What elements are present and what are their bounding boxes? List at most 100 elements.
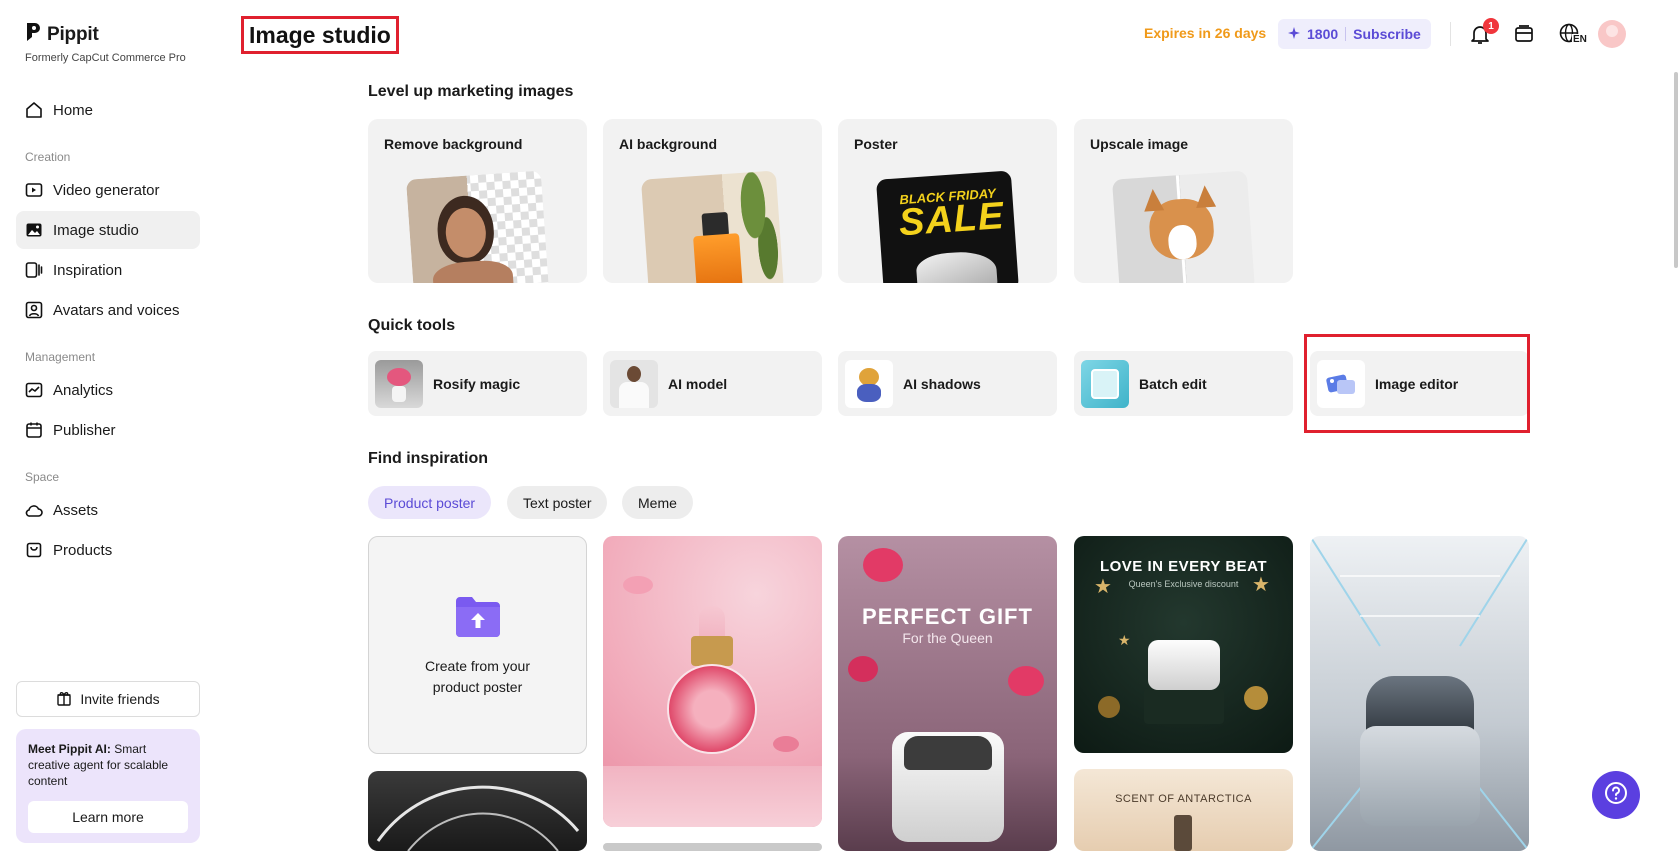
vase: [392, 385, 406, 402]
roses: [387, 367, 411, 386]
ornament: [1098, 696, 1120, 718]
image-icon: [25, 221, 43, 239]
help-icon: [1603, 780, 1629, 811]
chip-text-poster[interactable]: Text poster: [507, 486, 608, 519]
earbuds-case-lid: [904, 736, 992, 770]
create-card-text: Create from your product poster: [424, 657, 531, 695]
model-head: [627, 365, 641, 382]
create-from-product-poster-card[interactable]: Create from your product poster: [368, 536, 587, 754]
invite-friends-label: Invite friends: [80, 691, 160, 707]
plant-leaves: [738, 170, 785, 283]
sidebar-item-label: Avatars and voices: [53, 301, 180, 319]
remove-background-card[interactable]: Remove background: [368, 119, 587, 283]
tool-label: AI model: [668, 375, 728, 392]
scrollbar[interactable]: [1674, 72, 1678, 268]
promo-text: Meet Pippit AI: Smart creative agent for…: [28, 741, 188, 789]
ai-background-image: [640, 170, 785, 283]
notification-bell-icon[interactable]: 1: [1467, 18, 1499, 47]
sidebar-item-video-generator[interactable]: Video generator: [16, 171, 200, 209]
gift-icon: [56, 690, 72, 709]
sidebar-item-label: Publisher: [53, 421, 116, 439]
shoulders-shape: [431, 258, 515, 283]
chip-product-poster[interactable]: Product poster: [368, 486, 492, 519]
language-globe-icon[interactable]: EN: [1555, 21, 1588, 47]
sidebar-item-inspiration[interactable]: Inspiration: [16, 251, 200, 289]
sidebar-item-label: Analytics: [53, 381, 114, 399]
quick-tools-title: Quick tools: [368, 317, 456, 334]
perfume-cap-gold: [691, 636, 733, 666]
folder-upload-icon: [454, 593, 502, 644]
subscribe-link[interactable]: Subscribe: [1353, 26, 1421, 42]
sidebar-item-home[interactable]: Home: [16, 91, 200, 129]
tool-label: Rosify magic: [433, 375, 521, 392]
dog-ear-right: [1194, 184, 1217, 209]
sidebar-section-creation: Creation: [25, 150, 71, 164]
video-plus-icon: [25, 181, 43, 199]
inspiration-card-earbuds-futuristic[interactable]: [1310, 536, 1529, 851]
ai-model-tool[interactable]: AI model: [603, 351, 822, 416]
rosify-magic-tool[interactable]: Rosify magic: [368, 351, 587, 416]
gift-card-title: PERFECT GIFT: [862, 604, 1033, 629]
help-button[interactable]: [1592, 771, 1640, 819]
rose-petal: [1008, 666, 1044, 696]
poster-image: BLACK FRIDAY SALE: [875, 170, 1020, 283]
upscale-image-card[interactable]: Upscale image: [1074, 119, 1293, 283]
ai-background-card[interactable]: AI background: [603, 119, 822, 283]
calendar-icon: [25, 421, 43, 439]
inspiration-card-perfect-gift[interactable]: PERFECT GIFT For the Queen: [838, 536, 1057, 851]
divider: [1345, 27, 1347, 41]
chip-meme[interactable]: Meme: [622, 486, 693, 519]
ai-shadows-tool[interactable]: AI shadows: [838, 351, 1057, 416]
wallet-icon[interactable]: [1511, 21, 1537, 47]
earbuds-case-body: [1360, 726, 1480, 826]
sidebar-item-analytics[interactable]: Analytics: [16, 371, 200, 409]
sidebar-item-assets[interactable]: Assets: [16, 491, 200, 529]
sidebar-item-label: Video generator: [53, 181, 160, 199]
invite-friends-button[interactable]: Invite friends: [16, 681, 200, 717]
tool-label: AI shadows: [903, 375, 981, 392]
sidebar-item-products[interactable]: Products: [16, 531, 200, 569]
sidebar: Pippit Formerly CapCut Commerce Pro Home…: [0, 0, 215, 851]
bag-icon: [25, 541, 43, 559]
card-label: Poster: [854, 136, 898, 152]
stacked-photos: [1091, 368, 1119, 399]
analytics-icon: [25, 381, 43, 399]
learn-more-button[interactable]: Learn more: [28, 801, 188, 833]
batch-edit-tool[interactable]: Batch edit: [1074, 351, 1293, 416]
brand-subtitle: Formerly CapCut Commerce Pro: [25, 52, 186, 64]
dog-muzzle: [1167, 224, 1198, 261]
sidebar-item-publisher[interactable]: Publisher: [16, 411, 200, 449]
light-streaks: [376, 785, 580, 851]
inspiration-card-peek[interactable]: [603, 843, 822, 851]
credits-pill[interactable]: 1800 Subscribe: [1278, 19, 1431, 49]
water-surface: [603, 766, 822, 827]
sidebar-item-label: Home: [53, 101, 94, 119]
brand[interactable]: Pippit Formerly CapCut Commerce Pro: [25, 22, 186, 64]
inspiration-icon: [25, 261, 43, 279]
expiry-notice[interactable]: Expires in 26 days: [1144, 25, 1266, 41]
sidebar-item-avatars-and-voices[interactable]: Avatars and voices: [16, 291, 200, 329]
poster-card[interactable]: Poster BLACK FRIDAY SALE: [838, 119, 1057, 283]
sidebar-item-image-studio[interactable]: Image studio: [16, 211, 200, 249]
rose-petal: [848, 656, 878, 682]
inspiration-card-dark[interactable]: [368, 771, 587, 851]
inspiration-card-scent-of-antarctica[interactable]: SCENT OF ANTARCTICA: [1074, 769, 1293, 851]
inspiration-card-perfume[interactable]: [603, 536, 822, 827]
scent-bottle: [1174, 815, 1192, 851]
level-up-title: Level up marketing images: [368, 83, 574, 100]
bear-body: [857, 383, 881, 402]
header-divider: [1450, 22, 1451, 46]
card-label: AI background: [619, 136, 718, 152]
avatar[interactable]: [1598, 20, 1626, 48]
avatar-icon: [25, 301, 43, 319]
sidebar-section-management: Management: [25, 350, 96, 364]
ai-model-thumbnail: [610, 359, 658, 408]
cloud-icon: [25, 501, 43, 519]
sidebar-section-space: Space: [25, 470, 60, 484]
tool-label: Batch edit: [1139, 375, 1207, 392]
ai-shadows-thumbnail: [845, 359, 893, 408]
poster-text-main: SALE: [897, 195, 1006, 245]
inspiration-card-love-in-every-beat[interactable]: LOVE IN EVERY BEAT Queen's Exclusive dis…: [1074, 536, 1293, 753]
bear-head: [859, 367, 879, 386]
highlight-box: [1304, 334, 1530, 433]
